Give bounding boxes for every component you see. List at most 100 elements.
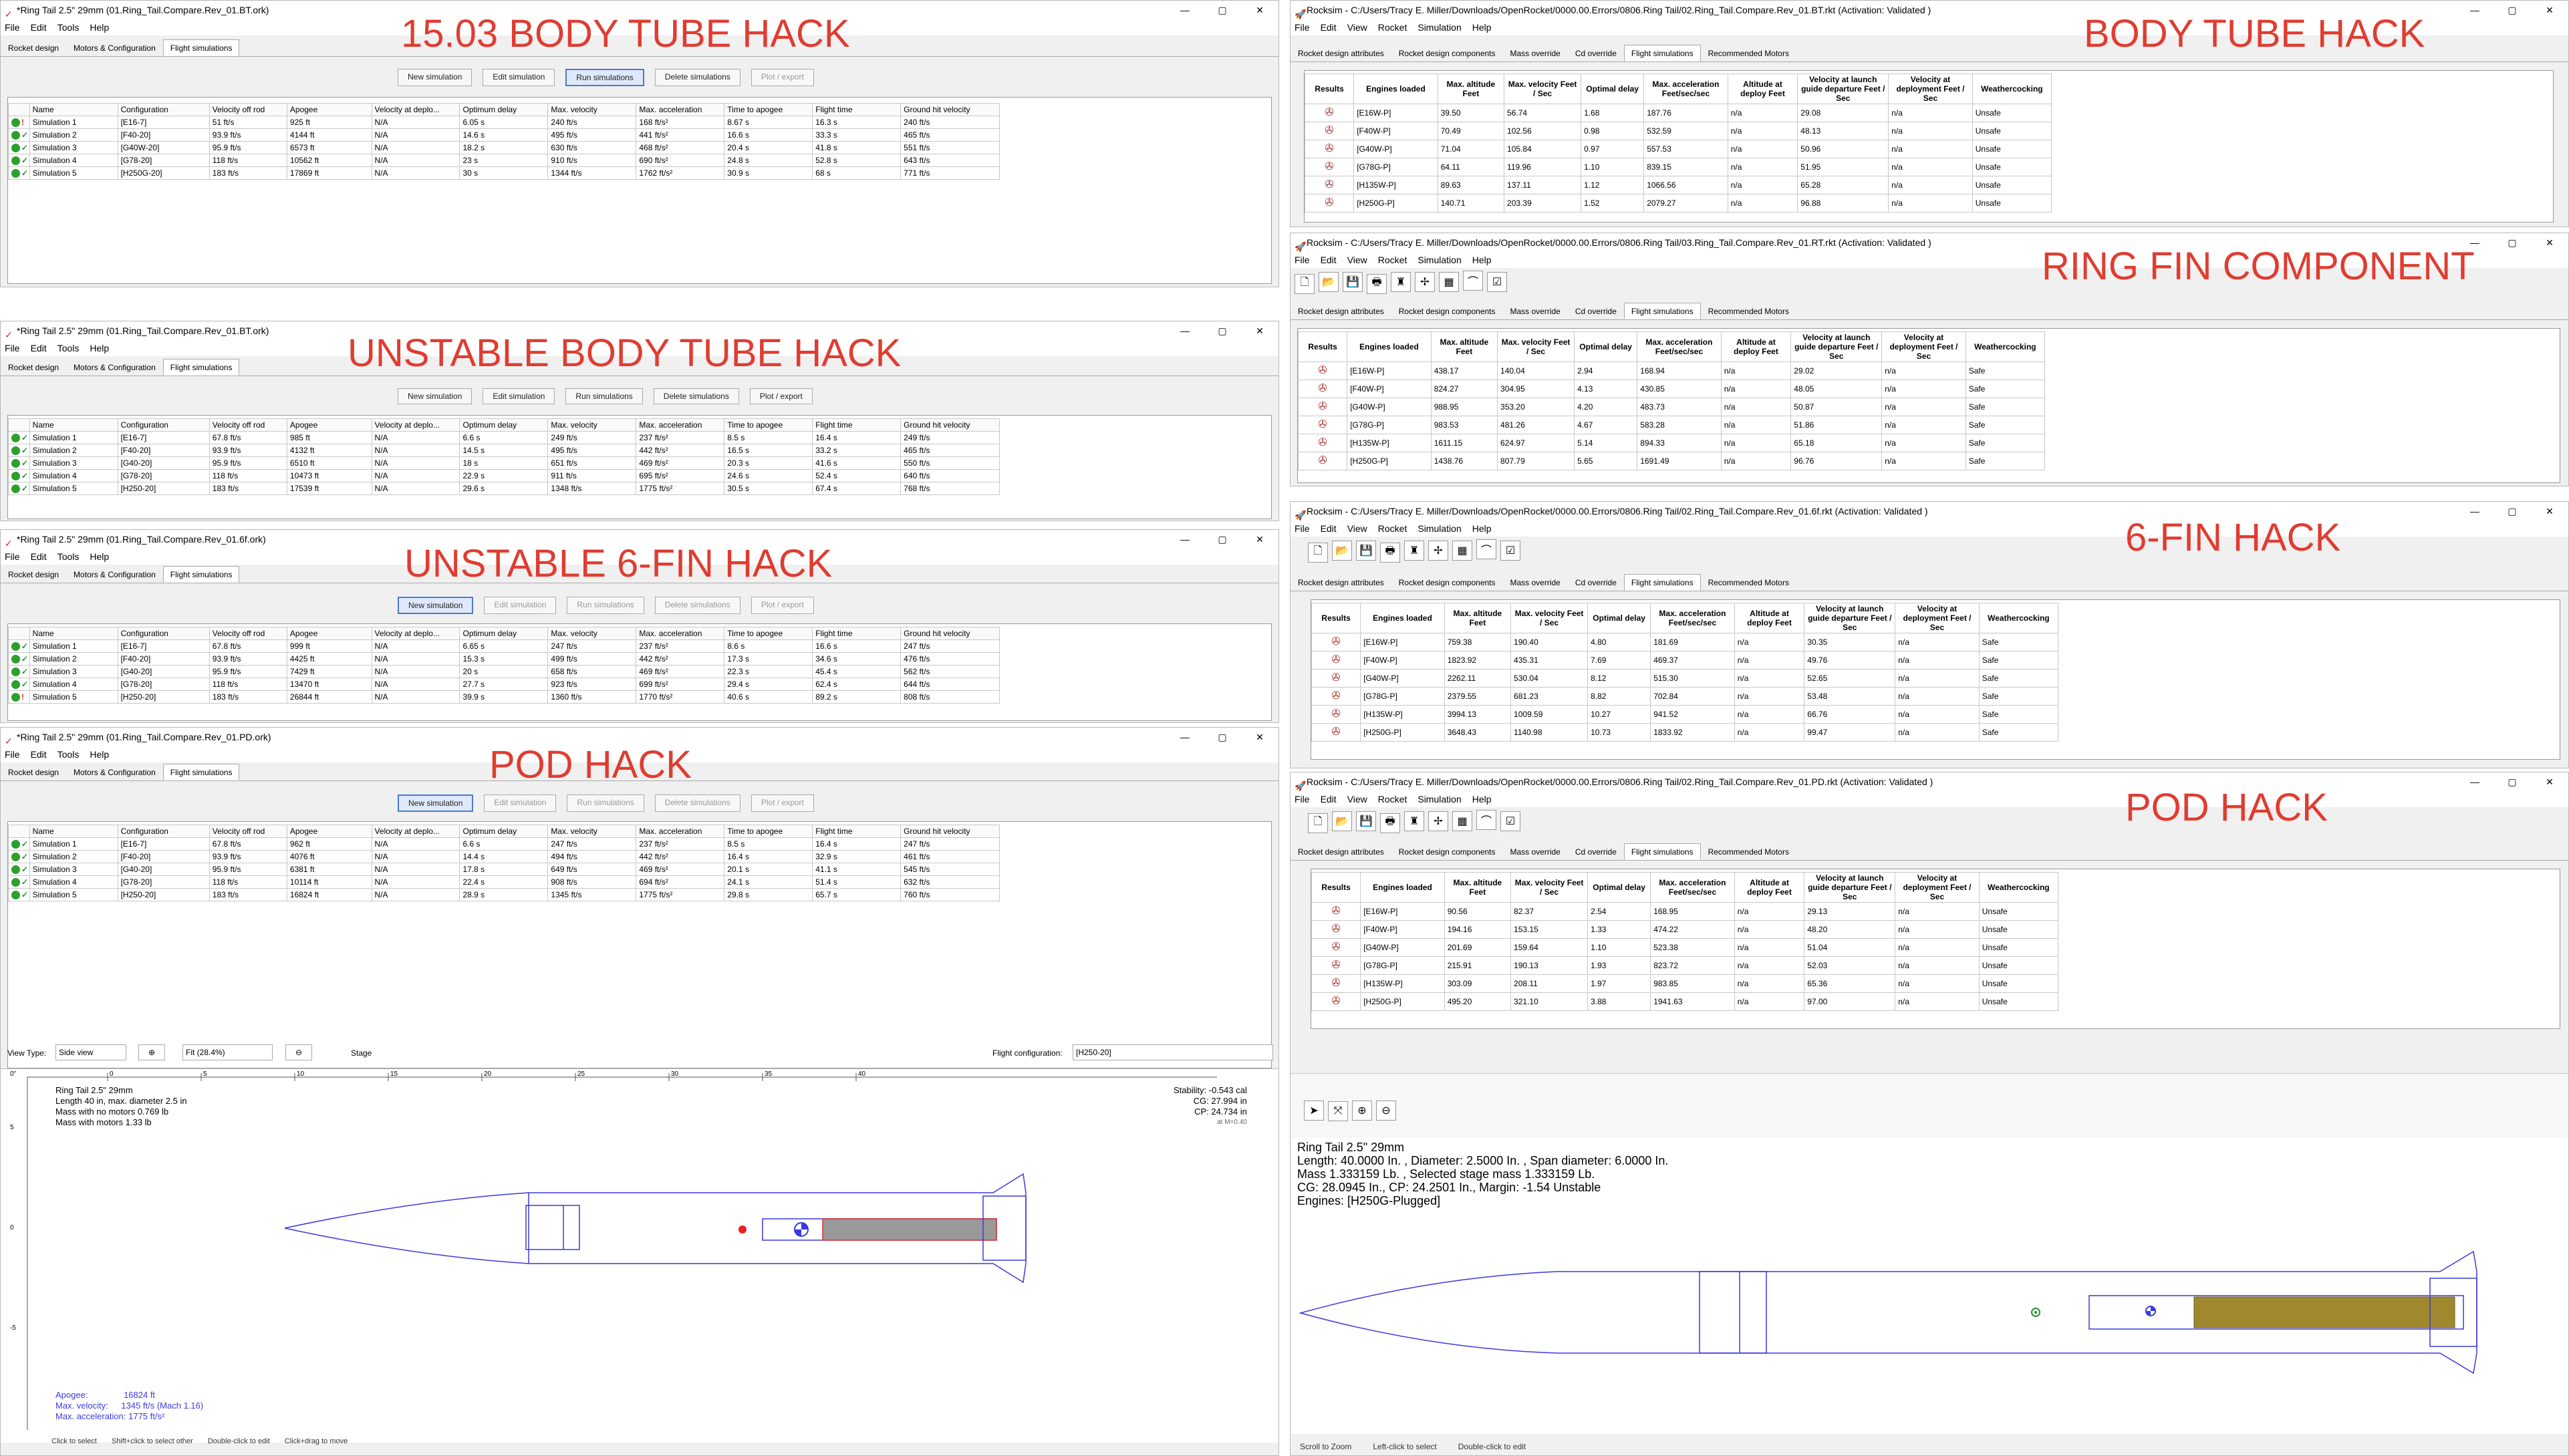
column-header[interactable]: Ground hit velocity (900, 418, 1000, 432)
table-row[interactable]: ✓ Simulation 4 [G78-20] 118 ft/s 10562 ft N/A… (8, 154, 1000, 167)
table-row[interactable]: ✇ [E16W-P] 39.50 56.74 1.68 187.76 n/a 29.08 n/a… (1304, 104, 2052, 122)
column-header[interactable]: Name (29, 418, 118, 432)
rocket-results-icon[interactable]: ✇ (1323, 143, 1335, 155)
menu-edit[interactable]: Edit (1321, 794, 1337, 805)
rocket-results-icon[interactable]: ✇ (1330, 923, 1342, 935)
zoom-select[interactable]: Fit (28.4%) (182, 1044, 273, 1060)
column-header[interactable]: Velocity at deployment Feet / Sec (1881, 331, 1966, 362)
minimize-icon[interactable]: — (1166, 321, 1204, 340)
minimize-icon[interactable]: — (2456, 772, 2493, 791)
results-cell[interactable]: ✇ (1311, 992, 1361, 1011)
results-cell[interactable]: ✇ (1311, 938, 1361, 957)
menu-edit[interactable]: Edit (31, 749, 47, 760)
menu-simulation[interactable]: Simulation (1417, 255, 1461, 265)
column-header[interactable]: Results (1297, 331, 1348, 362)
column-header[interactable]: Velocity at deplo... (371, 103, 460, 116)
column-header[interactable]: Max. velocity (547, 627, 637, 640)
table-row[interactable]: ! Simulation 5 [H250-20] 183 ft/s 26844 ft N/… (8, 690, 1000, 704)
menu-help[interactable]: Help (1472, 794, 1492, 805)
column-header[interactable]: Velocity at deplo... (371, 627, 460, 640)
column-header[interactable]: Apogee (286, 825, 372, 838)
table-row[interactable]: ✇ [G40W-P] 201.69 159.64 1.10 523.38 n/a 51.04 n… (1311, 938, 2059, 957)
column-header[interactable]: Velocity off rod (209, 825, 287, 838)
table-row[interactable]: ✇ [H250G-P] 495.20 321.10 3.88 1941.63 n/a 97.0… (1311, 992, 2059, 1011)
open-icon[interactable]: 📂 (1332, 811, 1352, 831)
menu-file[interactable]: File (5, 343, 20, 353)
menu-help[interactable]: Help (1472, 523, 1492, 534)
tab-cd-override[interactable]: Cd override (1568, 45, 1624, 61)
tab-rocket-design[interactable]: Rocket design (1, 566, 66, 583)
column-header[interactable]: Configuration (117, 418, 210, 432)
column-header[interactable]: Velocity at launch guide departure Feet … (1804, 872, 1896, 903)
maximize-icon[interactable]: ▢ (2493, 772, 2531, 791)
tab-design-components[interactable]: Rocket design components (1391, 843, 1503, 860)
maximize-icon[interactable]: ▢ (1204, 530, 1241, 549)
tab-flight-simulations[interactable]: Flight simulations (162, 39, 240, 56)
tab-flight-simulations[interactable]: Flight simulations (1623, 45, 1701, 61)
column-header[interactable]: Max. velocity (547, 825, 637, 838)
rocket-results-icon[interactable]: ✇ (1330, 978, 1342, 990)
delete-simulations-button[interactable]: Delete simulations (654, 597, 740, 614)
tab-recommended-motors[interactable]: Recommended Motors (1701, 303, 1796, 319)
close-icon[interactable]: ✕ (1241, 530, 1278, 549)
column-header[interactable]: Velocity at launch guide departure Feet … (1797, 74, 1889, 104)
table-row[interactable]: ✇ [G40W-P] 2262.11 530.04 8.12 515.30 n/a 52.65… (1311, 669, 2059, 688)
column-header[interactable]: Velocity at deployment Feet / Sec (1895, 872, 1980, 903)
table-row[interactable]: ✓ Simulation 2 [F40-20] 93.9 ft/s 4076 ft N/A… (8, 850, 1000, 863)
table-row[interactable]: ✓ Simulation 1 [E16-7] 67.8 ft/s 985 ft N/A 6.… (8, 431, 1000, 444)
rocket-results-icon[interactable]: ✇ (1330, 654, 1342, 666)
menu-help[interactable]: Help (90, 22, 109, 33)
run-simulations-button[interactable]: Run simulations (565, 69, 644, 86)
column-header[interactable]: Velocity at launch guide departure Feet … (1804, 603, 1896, 633)
tab-recommended-motors[interactable]: Recommended Motors (1701, 574, 1796, 591)
column-header[interactable]: Results (1311, 603, 1361, 633)
component-icon[interactable]: ♜ (1391, 272, 1411, 292)
menu-help[interactable]: Help (90, 343, 109, 353)
rocket-results-icon[interactable]: ✇ (1323, 161, 1335, 173)
column-header[interactable]: Velocity at deplo... (371, 825, 460, 838)
menu-simulation[interactable]: Simulation (1417, 22, 1461, 33)
tab-flight-simulations[interactable]: Flight simulations (162, 359, 240, 376)
column-header[interactable]: Max. altitude Feet (1444, 872, 1512, 903)
menu-rocket[interactable]: Rocket (1378, 523, 1407, 534)
table-row[interactable]: ✇ [G40W-P] 71.04 105.84 0.97 557.53 n/a 50.96 n/… (1304, 140, 2052, 158)
column-header[interactable]: Configuration (117, 825, 210, 838)
column-header[interactable]: Results (1304, 74, 1355, 104)
column-header[interactable]: Max. velocity Feet / Sec (1504, 74, 1582, 104)
results-cell[interactable]: ✇ (1304, 140, 1355, 158)
column-header[interactable]: Apogee (286, 627, 372, 640)
save-icon[interactable]: 💾 (1343, 272, 1363, 292)
column-header[interactable]: Max. altitude Feet (1444, 603, 1512, 633)
column-header[interactable]: Max. velocity Feet / Sec (1497, 331, 1575, 362)
save-icon[interactable]: 💾 (1356, 811, 1376, 831)
rocket-design-view[interactable]: ➤ ⤧ ⊕ ⊖ Ring Tail 2.5" 29mm Length: 40.0000… (1291, 1073, 2568, 1434)
column-header[interactable]: Max. velocity Feet / Sec (1510, 603, 1589, 633)
tab-rocket-design[interactable]: Rocket design (1, 764, 66, 780)
tab-recommended-motors[interactable]: Recommended Motors (1701, 45, 1796, 61)
tab-design-components[interactable]: Rocket design components (1391, 45, 1503, 61)
edit-simulation-button[interactable]: Edit simulation (484, 794, 557, 812)
minimize-icon[interactable]: — (2456, 502, 2493, 521)
column-header[interactable]: Configuration (117, 103, 210, 116)
tab-motors[interactable]: Motors & Configuration (66, 566, 163, 583)
table-row[interactable]: ✇ [H250G-P] 140.71 203.39 1.52 2079.27 n/a 96.8… (1304, 194, 2052, 212)
maximize-icon[interactable]: ▢ (1204, 321, 1241, 340)
column-header[interactable]: Configuration (117, 627, 210, 640)
table-row[interactable]: ✓ Simulation 1 [E16-7] 67.8 ft/s 999 ft N/A 6.… (8, 639, 1000, 653)
rocket-results-icon[interactable]: ✇ (1330, 708, 1342, 720)
component-icon[interactable]: ♜ (1404, 541, 1424, 561)
table-row[interactable]: ✓ Simulation 1 [E16-7] 67.8 ft/s 962 ft N/A 6.… (8, 837, 1000, 851)
maximize-icon[interactable]: ▢ (2493, 1, 2531, 19)
menu-file[interactable]: File (1295, 523, 1310, 534)
rocket-results-icon[interactable]: ✇ (1330, 941, 1342, 954)
new-simulation-button[interactable]: New simulation (398, 597, 474, 614)
table-row[interactable]: ✇ [F40W-P] 70.49 102.56 0.98 532.59 n/a 48.13 n/… (1304, 122, 2052, 140)
edit-simulation-button[interactable]: Edit simulation (484, 597, 557, 614)
rocket-results-icon[interactable]: ✇ (1330, 636, 1342, 648)
menu-help[interactable]: Help (1472, 22, 1492, 33)
table-row[interactable]: ✓ Simulation 2 [F40-20] 93.9 ft/s 4132 ft N/A… (8, 444, 1000, 457)
column-header[interactable]: Velocity at launch guide departure Feet … (1790, 331, 1883, 362)
grid-icon[interactable]: ▦ (1452, 811, 1472, 831)
column-header[interactable]: Results (1311, 872, 1361, 903)
tab-cd-override[interactable]: Cd override (1568, 574, 1624, 591)
